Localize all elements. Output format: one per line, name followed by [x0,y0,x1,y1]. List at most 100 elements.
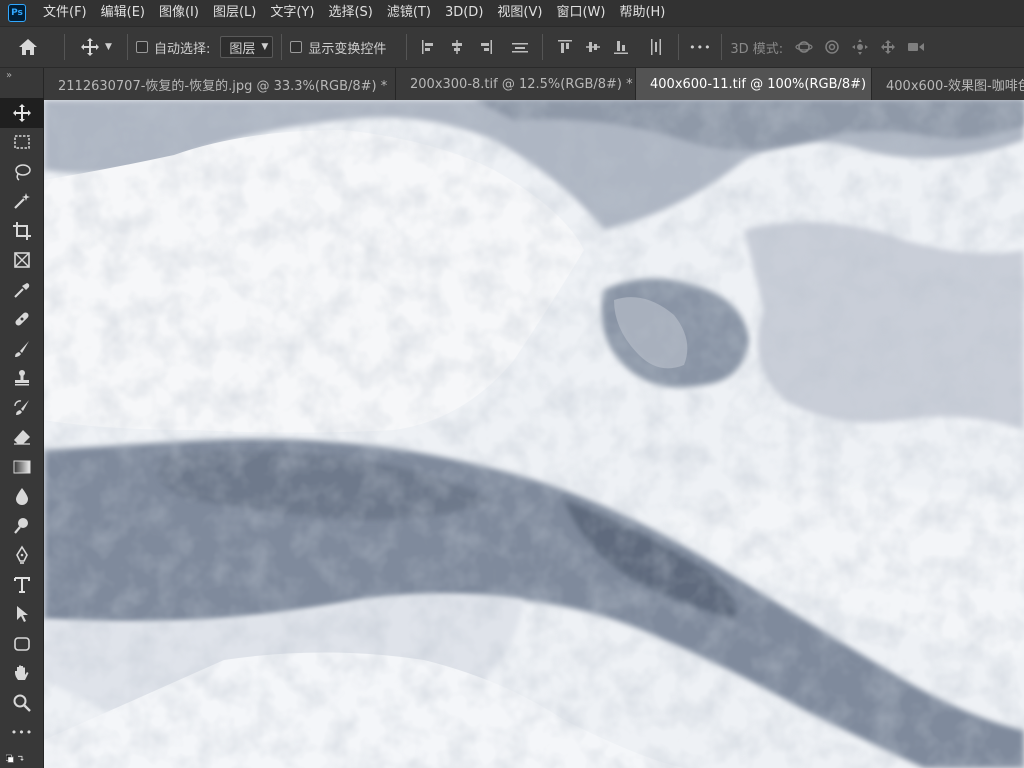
home-icon [19,39,37,55]
separator [721,34,723,60]
document-canvas[interactable] [44,100,1024,768]
auto-select-target-value: 图层 [229,41,256,57]
brush-tool[interactable] [0,334,44,364]
tools-panel: » ••• [0,68,44,768]
document-tab-4[interactable]: 400x600-效果图-咖啡色 [872,68,1024,100]
document-tab-bar: 2112630707-恢复的-恢复的.jpg @ 33.3%(RGB/8#) *… [44,68,1024,100]
document-tab-1[interactable]: 2112630707-恢复的-恢复的.jpg @ 33.3%(RGB/8#) *… [44,68,407,100]
menu-layer[interactable]: 图层(L) [206,0,263,26]
zoom-tool[interactable] [0,688,44,718]
brush-icon [15,340,29,357]
magic-wand-tool[interactable] [0,187,44,217]
path-selection-tool[interactable] [0,600,44,630]
distribute-vertical-button[interactable] [509,36,531,58]
move-tool[interactable] [0,98,44,128]
distribute-horizontal-button[interactable] [645,36,667,58]
clone-stamp-tool[interactable] [0,364,44,394]
align-bottom-button[interactable] [610,36,632,58]
menu-image[interactable]: 图像(I) [152,0,206,26]
text-icon [14,576,30,593]
show-transform-checkbox[interactable] [290,41,303,53]
menu-edit[interactable]: 编辑(E) [94,0,152,26]
photoshop-logo-icon[interactable]: Ps [8,4,26,22]
healing-brush-tool[interactable] [0,305,44,335]
align-bottom-icon [614,41,629,54]
align-right-button[interactable] [474,36,496,58]
marquee-tool[interactable] [0,128,44,158]
document-tab-2[interactable]: 200x300-8.tif @ 12.5%(RGB/8#) * × [396,68,653,100]
canvas-image [44,100,1024,768]
magic-wand-icon [14,193,30,210]
3d-slide-button[interactable] [877,36,899,58]
auto-select-label: 自动选择: [154,41,211,57]
text-tool[interactable] [0,570,44,600]
3d-slide-icon [881,40,896,54]
menu-view[interactable]: 视图(V) [490,0,549,26]
home-button[interactable] [0,32,56,62]
eyedropper-tool[interactable] [0,275,44,305]
crop-icon [13,221,31,240]
edit-toolbar-button[interactable]: ••• [0,718,44,748]
zoom-icon [13,694,31,712]
options-bar: ▼ 自动选择: 图层 ▼ 显示变换控件 ••• 3D 模式: [0,26,1024,68]
swap-colors-icon [6,754,24,763]
3d-pan-button[interactable] [849,36,871,58]
dodge-icon [14,517,28,534]
history-brush-icon [14,399,29,415]
align-left-button[interactable] [418,36,440,58]
distribute-horizontal-icon [651,39,662,55]
document-tab-3-active[interactable]: 400x600-11.tif @ 100%(RGB/8#) × [636,68,886,100]
frame-tool[interactable] [0,246,44,276]
marquee-icon [14,135,30,149]
align-top-icon [558,40,573,53]
collapse-toolbar-button[interactable]: » [0,68,43,98]
blur-icon [16,488,28,506]
history-brush-tool[interactable] [0,393,44,423]
healing-icon [15,312,29,326]
shape-icon [14,636,30,651]
lasso-tool[interactable] [0,157,44,187]
color-swatches[interactable] [0,747,44,768]
menu-window[interactable]: 窗口(W) [549,0,612,26]
menu-3d[interactable]: 3D(D) [438,0,490,26]
hand-icon [15,665,29,681]
gradient-tool[interactable] [0,452,44,482]
align-horizontal-center-button[interactable] [446,36,468,58]
separator [678,34,680,60]
menu-bar: Ps 文件(F) 编辑(E) 图像(I) 图层(L) 文字(Y) 选择(S) 滤… [0,0,1024,26]
menu-select[interactable]: 选择(S) [321,0,379,26]
align-top-button[interactable] [554,36,576,58]
menu-filter[interactable]: 滤镜(T) [380,0,438,26]
eraser-icon [14,430,30,445]
auto-select-target-select[interactable]: 图层 ▼ [220,36,274,58]
move-icon [13,103,31,122]
dodge-tool[interactable] [0,511,44,541]
lasso-icon [15,164,31,181]
auto-select-checkbox[interactable] [136,41,148,53]
separator [406,34,408,60]
rectangle-tool[interactable] [0,629,44,659]
distribute-icon [512,43,529,53]
separator [127,34,128,60]
align-right-icon [481,40,493,54]
3d-pan-icon [852,39,869,55]
chevron-down-icon: ▼ [105,42,112,52]
eraser-tool[interactable] [0,423,44,453]
align-vertical-center-button[interactable] [582,36,604,58]
crop-tool[interactable] [0,216,44,246]
menu-help[interactable]: 帮助(H) [612,0,672,26]
3d-scale-button[interactable] [905,36,927,58]
3d-roll-button[interactable] [821,36,843,58]
3d-orbit-button[interactable] [793,36,815,58]
document-tab-label: 200x300-8.tif @ 12.5%(RGB/8#) * [410,76,633,92]
menu-type[interactable]: 文字(Y) [263,0,321,26]
separator [281,34,283,60]
pen-tool[interactable] [0,541,44,571]
more-options-button[interactable]: ••• [687,32,713,62]
hand-tool[interactable] [0,659,44,689]
3d-camera-icon [908,43,925,51]
move-tool-preset-button[interactable]: ▼ [73,32,119,62]
menu-file[interactable]: 文件(F) [36,0,94,26]
frame-icon [14,252,30,269]
blur-tool[interactable] [0,482,44,512]
